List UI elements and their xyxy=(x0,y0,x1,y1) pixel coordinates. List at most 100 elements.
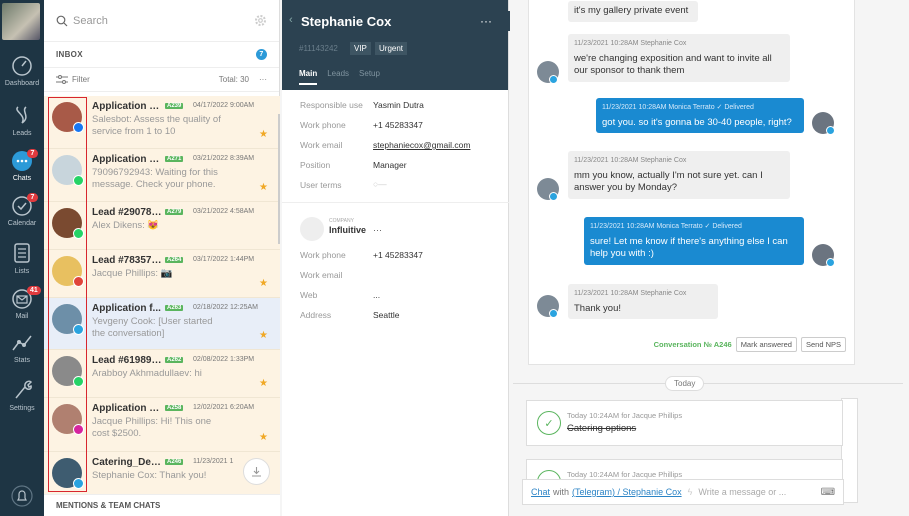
star-icon[interactable]: ★ xyxy=(259,432,268,443)
company-phone-value[interactable]: +1 45283347 xyxy=(373,250,423,260)
company-name[interactable]: Influitive xyxy=(329,225,366,235)
company-web-value[interactable]: ... xyxy=(373,290,380,300)
message-text: got you. so it's gonna be 30-40 people, … xyxy=(602,116,792,128)
check-icon[interactable]: ✓ xyxy=(537,411,561,435)
nav-notifications[interactable] xyxy=(0,484,44,511)
nav-settings[interactable]: Settings xyxy=(0,378,44,412)
back-chevron-icon[interactable]: ‹ xyxy=(289,14,293,26)
search-input[interactable]: Search xyxy=(73,15,108,27)
send-nps-button[interactable]: Send NPS xyxy=(800,337,846,352)
conversation-number[interactable]: Conversation № A246 xyxy=(654,340,732,349)
nav-calendar[interactable]: Calendar xyxy=(0,195,44,227)
message-text: it's my gallery private event xyxy=(574,5,689,16)
nav-lists[interactable]: Lists xyxy=(0,241,44,275)
nav-label: Leads xyxy=(12,130,32,137)
tab-leads[interactable]: Leads xyxy=(327,69,349,85)
search-bar[interactable]: Search xyxy=(44,0,279,42)
chat-preview: Alex Dikens: 😻 xyxy=(92,220,160,231)
work-phone-value[interactable]: +1 45283347 xyxy=(373,120,423,130)
tab-main[interactable]: Main xyxy=(299,69,318,85)
inbox-header[interactable]: INBOX 7 xyxy=(44,42,279,68)
chat-date: 03/21/2022 8:39AM xyxy=(193,155,255,162)
nav-stats[interactable]: Stats xyxy=(0,332,44,364)
star-icon[interactable]: ★ xyxy=(259,378,268,389)
divider xyxy=(282,202,509,203)
message-meta: 11/23/2021 10:28AM Stephanie Cox xyxy=(574,157,687,164)
user-avatar[interactable] xyxy=(2,3,40,40)
star-icon[interactable]: ★ xyxy=(259,330,268,341)
message-bubble[interactable]: 11/23/2021 10:28AM Stephanie Cox we're ch… xyxy=(568,34,790,82)
total-count: Total: 30 xyxy=(218,75,249,84)
task-text: Catering options xyxy=(567,423,637,434)
conversation-feed: it's my gallery private event 11/23/2021… xyxy=(510,0,909,516)
company-address-value[interactable]: Seattle xyxy=(373,310,399,320)
telegram-icon xyxy=(549,75,558,84)
message-composer[interactable]: Chat with (Telegram) / Stephanie Cox ϟ W… xyxy=(522,479,844,505)
mail-badge: 41 xyxy=(27,286,41,295)
message-text: Thank you! xyxy=(574,302,621,314)
chat-list-scrollbar[interactable] xyxy=(278,114,280,244)
dashboard-icon xyxy=(12,56,32,76)
message-bubble[interactable]: it's my gallery private event xyxy=(568,1,698,22)
message-bubble[interactable]: 11/23/2021 10:28AM Stephanie Cox Thank yo… xyxy=(568,284,718,319)
telegram-icon xyxy=(826,258,835,267)
user-terms-toggle[interactable]: ○— xyxy=(373,179,387,189)
company-more-button[interactable]: ··· xyxy=(373,225,382,235)
work-email-value[interactable]: stephaniecox@gmail.com xyxy=(373,140,470,150)
list-more-button[interactable]: ··· xyxy=(259,75,267,84)
message-bubble[interactable]: 11/23/2021 10:28AM Monica Terrato ✓ Deli… xyxy=(584,217,804,265)
card-more-button[interactable]: ··· xyxy=(480,14,492,28)
star-icon[interactable]: ★ xyxy=(259,278,268,289)
chat-date: 12/02/2021 6:20AM xyxy=(193,404,255,411)
chat-title: Application f... xyxy=(92,303,161,314)
chat-title: Application fr... xyxy=(92,403,162,414)
chat-tag: A279 xyxy=(165,209,184,215)
message-input[interactable]: Write a message or ... xyxy=(698,487,786,497)
conversation-footer: Conversation № A246 Mark answered Send N… xyxy=(654,337,846,352)
nav-label: Mail xyxy=(15,313,29,320)
task-meta: Today 10:24AM for Jacque Phillips xyxy=(567,470,683,479)
message-bubble[interactable]: 11/23/2021 10:28AM Stephanie Cox mm you k… xyxy=(568,151,790,199)
nav-label: Stats xyxy=(14,357,30,364)
chat-tag: A264 xyxy=(165,257,184,263)
lightning-icon[interactable]: ϟ xyxy=(688,487,693,497)
message-meta: 11/23/2021 10:28AM Stephanie Cox xyxy=(574,290,687,297)
chat-preview: Yevgeny Cook: [User started the conversa… xyxy=(92,316,213,339)
nav-label: Calendar xyxy=(7,220,37,227)
chat-title: Lead #2907862 xyxy=(92,207,162,218)
chat-date: 02/08/2022 1:33PM xyxy=(193,356,255,363)
gear-icon[interactable] xyxy=(254,14,267,27)
field-label: Work phone xyxy=(300,250,346,260)
message-bubble[interactable]: 11/23/2021 10:28AM Monica Terrato ✓ Deli… xyxy=(596,98,804,133)
position-value[interactable]: Manager xyxy=(373,160,407,170)
task-card[interactable]: ✓ Today 10:24AM for Jacque Phillips Cate… xyxy=(526,400,843,446)
filter-button[interactable]: Filter xyxy=(72,75,90,84)
card-header: ‹ Stephanie Cox ··· #11143242 VIP Urgent… xyxy=(282,0,508,90)
task-meta: Today 10:24AM for Jacque Phillips xyxy=(567,411,683,420)
mark-answered-button[interactable]: Mark answered xyxy=(735,337,797,352)
contact-name[interactable]: Stephanie Cox xyxy=(301,14,391,29)
inbox-count-badge: 7 xyxy=(256,49,267,60)
keyboard-icon[interactable]: ⌨ xyxy=(821,487,835,498)
nav-label: Dashboard xyxy=(4,80,40,87)
responsible-user-value[interactable]: Yasmin Dutra xyxy=(373,100,424,110)
tag-urgent[interactable]: Urgent xyxy=(375,42,408,55)
mentions-header[interactable]: MENTIONS & TEAM CHATS xyxy=(44,494,280,516)
nav-leads[interactable]: Leads xyxy=(0,103,44,137)
tab-setup[interactable]: Setup xyxy=(359,69,380,85)
nav-dashboard[interactable]: Dashboard xyxy=(0,55,44,87)
tag-vip[interactable]: VIP xyxy=(350,42,371,55)
filter-icon[interactable] xyxy=(56,75,68,84)
settings-icon xyxy=(15,380,33,399)
avatar-highlight-box xyxy=(48,97,87,492)
chat-preview: Salesbot: Assess the quality of service … xyxy=(92,114,221,137)
star-icon[interactable]: ★ xyxy=(259,129,268,140)
download-button[interactable] xyxy=(243,458,270,485)
star-icon[interactable]: ★ xyxy=(259,182,268,193)
chat-preview: Stephanie Cox: Thank you! xyxy=(92,470,207,481)
filter-bar: Filter Total: 30 ··· xyxy=(44,68,279,92)
compose-mode-chat[interactable]: Chat xyxy=(531,487,550,497)
compose-recipient[interactable]: (Telegram) / Stephanie Cox xyxy=(572,487,682,497)
message-meta: 11/23/2021 10:28AM Stephanie Cox xyxy=(574,40,687,47)
field-label: Web xyxy=(300,290,318,300)
